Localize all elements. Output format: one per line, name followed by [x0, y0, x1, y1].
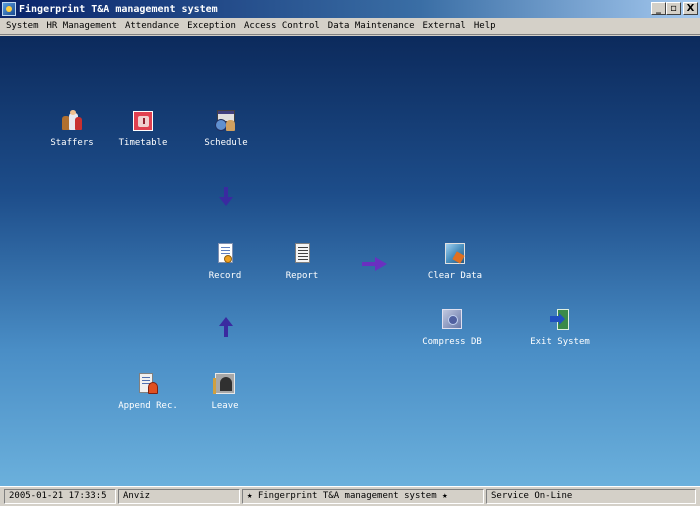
shortcut-label: Staffers — [50, 138, 94, 148]
menu-help[interactable]: Help — [474, 21, 496, 31]
menu-hr-management[interactable]: HR Management — [47, 21, 117, 31]
schedule-icon — [215, 110, 237, 132]
menu-external[interactable]: External — [423, 21, 466, 31]
menu-bar: System HR Management Attendance Exceptio… — [0, 18, 700, 35]
shortcut-label: Record — [208, 271, 242, 281]
report-icon — [291, 243, 313, 265]
menu-exception[interactable]: Exception — [187, 21, 236, 31]
shortcut-compress-db[interactable]: Compress DB — [412, 309, 492, 347]
arrow-up-icon — [219, 317, 233, 337]
shortcut-record[interactable]: Record — [185, 243, 265, 281]
exit-icon — [549, 309, 571, 331]
menu-data-maintenance[interactable]: Data Maintenance — [328, 21, 415, 31]
shortcut-leave[interactable]: Leave — [185, 373, 265, 411]
minimize-button[interactable]: _ — [651, 2, 666, 15]
window-title: Fingerprint T&A management system — [19, 3, 218, 15]
shortcut-label: Exit System — [530, 337, 590, 347]
shortcut-timetable[interactable]: Timetable — [103, 110, 183, 148]
shortcut-report[interactable]: Report — [262, 243, 342, 281]
shortcut-label: Report — [285, 271, 319, 281]
leave-icon — [213, 373, 236, 395]
status-service: Service On-Line — [486, 489, 696, 504]
main-desktop: Staffers Timetable Schedule Record Repor… — [0, 36, 700, 486]
maximize-button[interactable]: ▫ — [666, 2, 681, 15]
title-bar[interactable]: Fingerprint T&A management system _ ▫ X — [0, 0, 700, 18]
arrow-down-icon — [219, 187, 233, 207]
staffers-icon — [61, 110, 83, 132]
arrow-right-icon — [362, 257, 388, 271]
app-icon[interactable] — [2, 2, 16, 16]
shortcut-label: Schedule — [204, 138, 248, 148]
shortcut-append-rec[interactable]: Append Rec. — [108, 373, 188, 411]
status-banner: ★ Fingerprint T&A management system ★ — [242, 489, 484, 504]
compress-db-icon — [441, 309, 463, 331]
close-button[interactable]: X — [683, 2, 698, 15]
record-icon — [214, 243, 236, 265]
shortcut-label: Leave — [211, 401, 239, 411]
append-record-icon — [137, 373, 159, 395]
shortcut-exit-system[interactable]: Exit System — [520, 309, 600, 347]
menu-system[interactable]: System — [6, 21, 39, 31]
shortcut-label: Clear Data — [427, 271, 483, 281]
shortcut-label: Timetable — [118, 138, 168, 148]
menu-attendance[interactable]: Attendance — [125, 21, 179, 31]
shortcut-label: Append Rec. — [118, 401, 178, 411]
timetable-icon — [132, 110, 154, 132]
menu-access-control[interactable]: Access Control — [244, 21, 320, 31]
shortcut-schedule[interactable]: Schedule — [186, 110, 266, 148]
status-datetime: 2005-01-21 17:33:5 — [4, 489, 116, 504]
window-controls: _ ▫ X — [651, 2, 698, 15]
status-user: Anviz — [118, 489, 240, 504]
shortcut-staffers[interactable]: Staffers — [32, 110, 112, 148]
shortcut-label: Compress DB — [422, 337, 482, 347]
shortcut-clear-data[interactable]: Clear Data — [415, 243, 495, 281]
status-bar: 2005-01-21 17:33:5 Anviz ★ Fingerprint T… — [0, 486, 700, 506]
clear-data-icon — [444, 243, 466, 265]
